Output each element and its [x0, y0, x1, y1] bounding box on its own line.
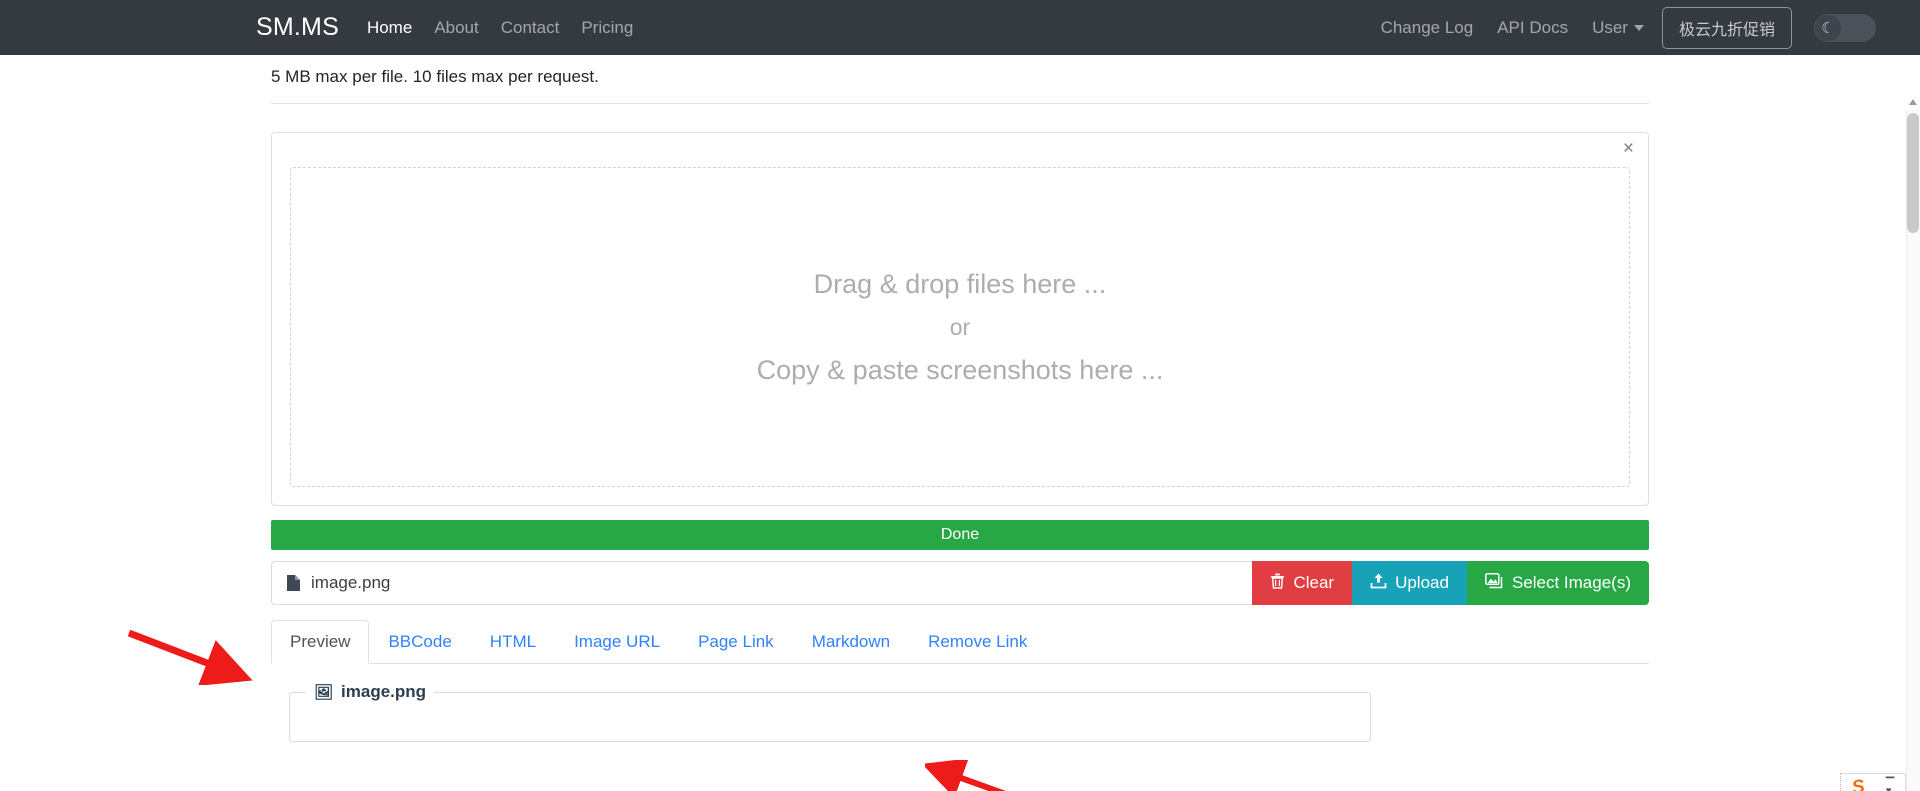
tab-remove-link[interactable]: Remove Link: [909, 620, 1046, 664]
upload-button-label: Upload: [1395, 573, 1449, 592]
tab-page-link[interactable]: Page Link: [679, 620, 793, 664]
trash-icon: [1270, 573, 1285, 594]
upload-limits-text: 5 MB max per file. 10 files max per requ…: [271, 55, 1649, 104]
images-icon: [1485, 572, 1504, 594]
chevron-down-icon: [1633, 25, 1644, 32]
tab-bbcode[interactable]: BBCode: [369, 620, 470, 664]
moon-icon: ☾: [1815, 14, 1841, 41]
top-navbar: SM.MS Home About Contact Pricing Change …: [0, 0, 1920, 55]
select-images-button[interactable]: Select Image(s): [1466, 561, 1649, 605]
nav-link-change-log[interactable]: Change Log: [1381, 18, 1474, 38]
brand-logo[interactable]: SM.MS: [256, 13, 339, 42]
format-tabs: Preview BBCode HTML Image URL Page Link …: [271, 620, 1649, 664]
ime-arrows-icon[interactable]: ▔ ▾: [1886, 779, 1894, 791]
preview-panel: 🖼 image.png: [271, 682, 1649, 742]
navbar-right-group: Change Log API Docs User 极云九折促销 ☾: [1381, 6, 1896, 49]
clear-button-label: Clear: [1293, 573, 1335, 592]
arrow-to-file-row: [127, 629, 253, 685]
arrow-to-markdown-tab: [925, 760, 1006, 791]
nav-link-pricing[interactable]: Pricing: [581, 18, 633, 38]
tab-preview[interactable]: Preview: [271, 620, 370, 664]
scrollbar-thumb[interactable]: [1907, 113, 1919, 233]
file-name-field[interactable]: image.png: [271, 561, 1253, 605]
dropzone-line-1: Drag & drop files here ...: [813, 268, 1107, 299]
preview-fieldset: 🖼 image.png: [289, 682, 1371, 742]
tab-html[interactable]: HTML: [471, 620, 555, 664]
file-name-text: image.png: [311, 573, 391, 592]
picture-icon: 🖼: [314, 684, 334, 701]
file-dropzone[interactable]: Drag & drop files here ... or Copy & pas…: [290, 167, 1630, 487]
dark-mode-toggle[interactable]: ☾: [1814, 13, 1876, 42]
ime-widget[interactable]: S ▔ ▾: [1840, 773, 1906, 791]
upload-card: × Drag & drop files here ... or Copy & p…: [271, 132, 1649, 506]
nav-dropdown-user-label: User: [1592, 17, 1628, 37]
upload-icon: [1370, 573, 1387, 594]
scroll-up-arrow-icon[interactable]: [1909, 99, 1917, 105]
nav-dropdown-user[interactable]: User: [1592, 18, 1644, 38]
tab-markdown[interactable]: Markdown: [793, 620, 909, 664]
preview-legend-label: image.png: [341, 682, 427, 701]
file-icon: [286, 574, 301, 592]
page-body: 5 MB max per file. 10 files max per requ…: [0, 55, 1920, 791]
upload-button[interactable]: Upload: [1352, 561, 1467, 605]
navbar-left-group: SM.MS Home About Contact Pricing: [256, 13, 655, 42]
clear-button[interactable]: Clear: [1252, 561, 1353, 605]
select-images-button-label: Select Image(s): [1511, 573, 1631, 592]
dropzone-or: or: [949, 313, 971, 340]
nav-link-about[interactable]: About: [434, 18, 478, 38]
dropzone-line-2: Copy & paste screenshots here ...: [756, 354, 1164, 385]
nav-link-api-docs[interactable]: API Docs: [1497, 18, 1568, 38]
file-input-row: image.png Clear Upload Select Image(s): [271, 561, 1649, 605]
close-icon[interactable]: ×: [1623, 139, 1634, 158]
nav-link-contact[interactable]: Contact: [501, 18, 560, 38]
sogou-logo-icon: S: [1849, 776, 1867, 791]
content-container: 5 MB max per file. 10 files max per requ…: [271, 55, 1649, 742]
promo-button[interactable]: 极云九折促销: [1661, 6, 1792, 49]
nav-link-home[interactable]: Home: [367, 18, 412, 38]
tab-image-url[interactable]: Image URL: [555, 620, 679, 664]
upload-progress-bar: Done: [271, 520, 1649, 550]
preview-legend: 🖼 image.png: [306, 682, 434, 702]
